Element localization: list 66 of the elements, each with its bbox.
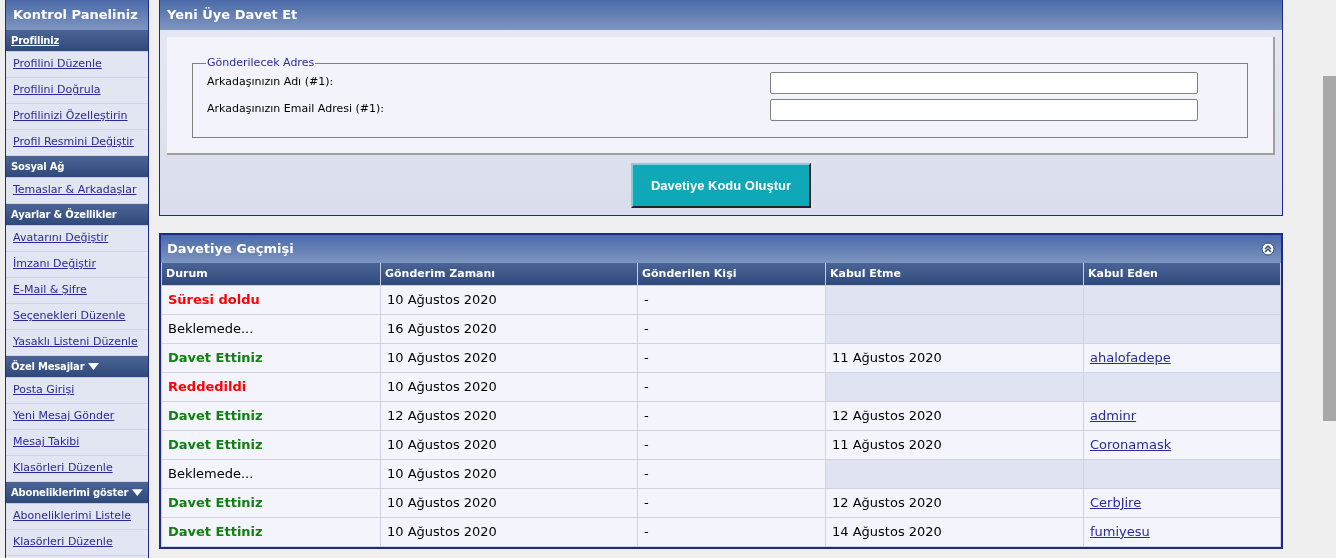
status-cell: Reddedildi — [161, 372, 381, 401]
status-cell: Davet Ettiniz — [161, 430, 381, 459]
table-cell: 10 Ağustos 2020 — [380, 285, 638, 314]
section-header[interactable]: Özel Mesajlar — [6, 356, 148, 378]
sidebar-link[interactable]: Mesaj Takibi — [13, 434, 80, 451]
table-cell: 10 Ağustos 2020 — [380, 430, 638, 459]
table-cell: 12 Ağustos 2020 — [380, 401, 638, 430]
table-cell: - — [637, 401, 826, 430]
fieldset-legend: Gönderilecek Adres — [206, 55, 316, 72]
column-header: Gönderilen Kişi — [637, 263, 826, 285]
sidebar-link[interactable]: Posta Girişi — [13, 382, 75, 399]
sidebar-link[interactable]: Temaslar & Arkadaşlar — [13, 182, 137, 199]
table-cell: - — [637, 430, 826, 459]
user-link[interactable]: adminr — [1090, 407, 1137, 423]
table-cell: 12 Ağustos 2020 — [825, 401, 1084, 430]
table-cell: 10 Ağustos 2020 — [380, 459, 638, 488]
table-cell: 10 Ağustos 2020 — [380, 372, 638, 401]
column-header: Kabul Eden — [1083, 263, 1281, 285]
user-link[interactable]: CerbJire — [1090, 494, 1142, 510]
table-cell: - — [637, 314, 826, 343]
panel-title: Davetiye Geçmişi — [167, 240, 294, 259]
status-cell: Davet Ettiniz — [161, 488, 381, 517]
sidebar-link[interactable]: Yasaklı Listeni Düzenle — [13, 334, 138, 351]
user-link[interactable]: fumiyesu — [1090, 523, 1150, 539]
table-cell: 11 Ağustos 2020 — [825, 430, 1084, 459]
table-cell: - — [637, 343, 826, 372]
sidebar-link[interactable]: Aboneliklerimi Listele — [13, 508, 131, 525]
column-header: Kabul Etme — [825, 263, 1084, 285]
sidebar-link[interactable]: Klasörleri Düzenle — [13, 534, 113, 551]
sidebar-link[interactable]: Profilini Doğrula — [13, 82, 101, 99]
table-cell: - — [637, 372, 826, 401]
sidebar-link[interactable]: Yeni Mesaj Gönder — [13, 408, 115, 425]
field-label: Arkadaşınızın Adı (#1): — [207, 74, 334, 91]
panel-title: Yeni Üye Davet Et — [160, 0, 1282, 30]
table-cell: 10 Ağustos 2020 — [380, 517, 638, 546]
sidebar-link[interactable]: Seçenekleri Düzenle — [13, 308, 126, 325]
section-header[interactable]: Aboneliklerimi göster — [6, 482, 148, 504]
field-label: Arkadaşınızın Email Adresi (#1): — [207, 101, 384, 118]
status-cell: Beklemede... — [161, 459, 381, 488]
column-header: Gönderim Zamanı — [380, 263, 638, 285]
table-cell: 14 Ağustos 2020 — [825, 517, 1084, 546]
sidebar-link[interactable]: Profil Resmini Değiştir — [13, 134, 134, 151]
table-cell: 16 Ağustos 2020 — [380, 314, 638, 343]
table-cell: 10 Ağustos 2020 — [380, 343, 638, 372]
sidebar-link[interactable]: E-Mail & Şifre — [13, 282, 87, 299]
section-header: Ayarlar & Özellikler — [6, 204, 148, 226]
sidebar-link[interactable]: İmzanı Değiştir — [13, 256, 96, 273]
table-cell: 10 Ağustos 2020 — [380, 488, 638, 517]
sidebar-link[interactable]: Profilini Düzenle — [13, 56, 102, 73]
table-cell: - — [637, 488, 826, 517]
status-cell: Davet Ettiniz — [161, 517, 381, 546]
sidebar-link[interactable]: Avatarını Değiştir — [13, 230, 109, 247]
column-header: Durum — [161, 263, 381, 285]
status-cell: Beklemede... — [161, 314, 381, 343]
table-cell: - — [637, 459, 826, 488]
sidebar-link[interactable]: Klasörleri Düzenle — [13, 460, 113, 477]
table-cell: - — [637, 285, 826, 314]
table-cell: 11 Ağustos 2020 — [825, 343, 1084, 372]
section-header: Sosyal Ağ — [6, 156, 148, 178]
table-cell: 12 Ağustos 2020 — [825, 488, 1084, 517]
status-cell: Süresi doldu — [161, 285, 381, 314]
status-cell: Davet Ettiniz — [161, 343, 381, 372]
status-cell: Davet Ettiniz — [161, 401, 381, 430]
sidebar-title: Kontrol Paneliniz — [6, 0, 148, 30]
sidebar-link[interactable]: Profilinizi Özelleştirin — [13, 108, 128, 125]
table-cell: - — [637, 517, 826, 546]
